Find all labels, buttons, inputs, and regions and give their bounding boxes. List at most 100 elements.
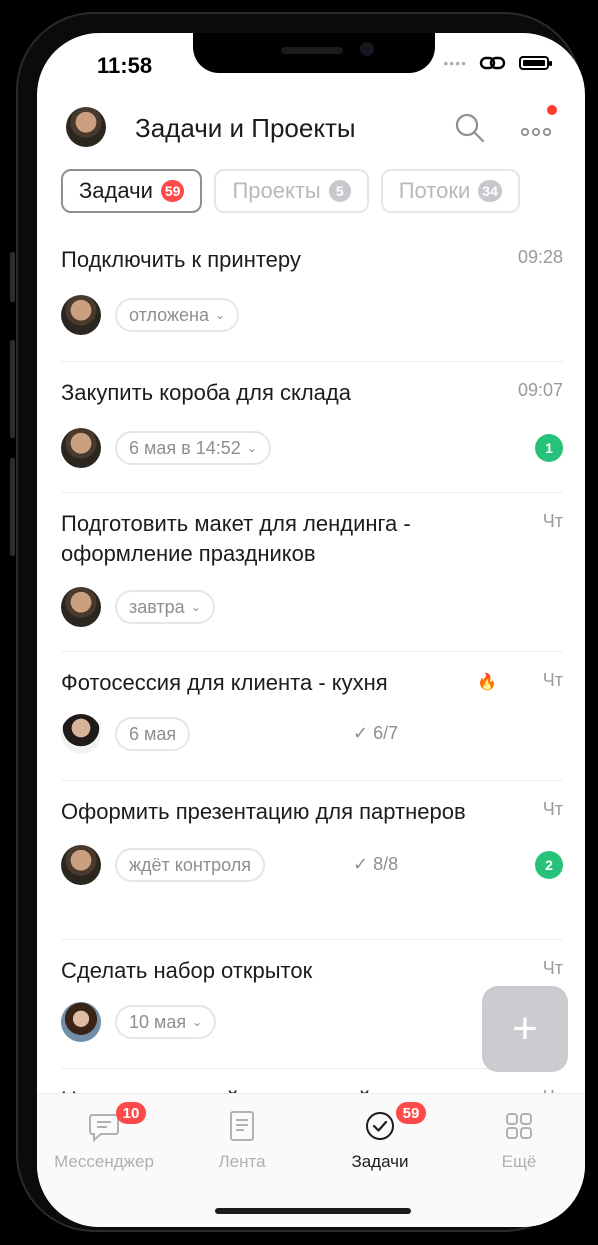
checklist-progress: ✓ 8/8 (353, 854, 398, 875)
assignee-avatar (61, 714, 101, 754)
nav-label: Мессенджер (54, 1152, 154, 1171)
chip-label: 6 мая в 14:52 (129, 437, 241, 458)
tab-label: Задачи (79, 178, 153, 203)
fire-icon: 🔥 (477, 674, 497, 691)
nav-icon-wrap: 59 (310, 1102, 450, 1146)
status-chip[interactable]: ждёт контроля (115, 848, 265, 882)
nav-label: Лента (218, 1152, 266, 1171)
nav-badge: 59 (396, 1102, 426, 1124)
task-item[interactable]: Фотосессия для клиента - кухня 🔥 Чт 6 ма… (61, 652, 563, 781)
notification-dot (547, 105, 557, 115)
battery-icon (519, 56, 552, 70)
assignee-avatar (61, 587, 101, 627)
side-button (10, 340, 15, 438)
tab-tasks[interactable]: Задачи 59 (61, 169, 203, 213)
assignee-avatar (61, 1002, 101, 1042)
checklist-count: 6/7 (373, 723, 399, 743)
search-icon[interactable] (453, 111, 487, 145)
camera (360, 42, 374, 56)
chip-label: ждёт контроля (129, 854, 251, 875)
chevron-down-icon: ⌄ (192, 1015, 203, 1029)
speaker (281, 47, 343, 54)
task-time: Чт (542, 511, 563, 531)
side-button (10, 458, 15, 556)
nav-badge: 10 (116, 1102, 146, 1124)
assignee-avatar (61, 428, 101, 468)
task-meta: 6 мая в 14:52 ⌄ 1 (61, 422, 563, 472)
task-meta: отложена ⌄ (61, 289, 563, 339)
page-title: Задачи и Проекты (135, 113, 356, 143)
grid-icon (506, 1113, 532, 1139)
due-date-chip[interactable]: завтра ⌄ (115, 590, 215, 624)
check-icon: ✓ (353, 854, 374, 874)
tab-label: Проекты (232, 178, 321, 203)
checklist-progress: ✓ 6/7 (353, 723, 398, 744)
tab-label: Потоки (398, 178, 471, 203)
task-time: Чт (542, 958, 563, 978)
tab-count: 5 (328, 180, 351, 202)
check-icon: ✓ (353, 723, 374, 743)
tab-count: 59 (160, 180, 185, 202)
link-icon (479, 56, 506, 70)
due-date-chip[interactable]: 6 мая в 14:52 ⌄ (115, 431, 271, 465)
tab-count: 34 (478, 180, 502, 202)
task-time: 09:28 (517, 247, 563, 267)
chip-label: завтра (129, 596, 185, 617)
screen: 11:58 •••• Задачи и Проекты Задачи 59 Пр… (37, 33, 585, 1227)
chevron-down-icon: ⌄ (214, 308, 226, 322)
tabs: Задачи 59 Проекты 5 Потоки 34 (61, 169, 585, 219)
chip-label: 10 мая (129, 1011, 187, 1032)
plus-icon: + (512, 1004, 538, 1053)
side-button (10, 252, 15, 302)
nav-label: Ещё (501, 1152, 537, 1171)
nav-icon-wrap: 10 (37, 1102, 174, 1146)
more-icon[interactable] (517, 111, 557, 145)
home-indicator[interactable] (215, 1208, 411, 1214)
bottom-nav: 10 Мессенджер Лента 59 Задачи Ещё (37, 1093, 585, 1227)
notch (193, 33, 435, 73)
nav-icon-wrap (172, 1106, 312, 1146)
status-time: 11:58 (97, 53, 153, 78)
tab-projects[interactable]: Проекты 5 (214, 169, 369, 213)
nav-feed[interactable]: Лента (172, 1106, 312, 1172)
tasks-icon (366, 1112, 394, 1140)
chip-label: 6 мая (129, 723, 177, 744)
due-date-chip[interactable]: 10 мая ⌄ (115, 1005, 217, 1039)
task-item[interactable]: Закупить короба для склада 09:07 6 мая в… (61, 362, 563, 493)
chevron-down-icon: ⌄ (190, 600, 201, 614)
nav-messenger[interactable]: 10 Мессенджер (37, 1102, 174, 1172)
tab-streams[interactable]: Потоки 34 (380, 169, 520, 213)
task-time: Чт (542, 799, 563, 819)
status-chip[interactable]: отложена ⌄ (115, 298, 240, 332)
task-title: Оформить презентацию для партнеров (61, 799, 466, 824)
task-time: 09:07 (517, 380, 563, 400)
comment-count-badge: 1 (535, 434, 563, 462)
task-item[interactable]: Оформить презентацию для партнеров Чт жд… (61, 781, 563, 940)
task-title: Подготовить макет для лендинга - оформле… (61, 511, 411, 566)
task-item[interactable]: Подготовить макет для лендинга - оформле… (61, 493, 563, 652)
task-meta: ждёт контроля ✓ 8/8 2 (61, 839, 563, 889)
assignee-avatar (61, 295, 101, 335)
nav-more[interactable]: Ещё (449, 1106, 585, 1172)
feed-icon (230, 1111, 254, 1141)
task-title: Закупить короба для склада (61, 380, 351, 405)
task-item[interactable]: Подключить к принтеру 09:28 отложена ⌄ (61, 233, 563, 362)
due-date-chip[interactable]: 6 мая (115, 717, 191, 751)
chip-label: отложена (129, 304, 209, 325)
nav-tasks[interactable]: 59 Задачи (310, 1102, 450, 1172)
task-title: Подключить к принтеру (61, 247, 301, 272)
checklist-count: 8/8 (373, 854, 399, 874)
add-task-button[interactable]: + (482, 986, 568, 1072)
chevron-down-icon: ⌄ (246, 441, 257, 455)
nav-icon-wrap (449, 1106, 585, 1146)
user-avatar[interactable] (66, 107, 106, 147)
comment-count-badge: 2 (535, 851, 563, 879)
nav-label: Задачи (351, 1152, 409, 1171)
signal-icon: •••• (443, 55, 467, 71)
task-title: Сделать набор открыток (61, 958, 313, 983)
task-time: Чт (542, 670, 563, 690)
task-meta: завтра ⌄ (61, 581, 563, 631)
assignee-avatar (61, 845, 101, 885)
status-icons: •••• (443, 55, 552, 71)
task-meta: 6 мая ✓ 6/7 (61, 708, 563, 758)
